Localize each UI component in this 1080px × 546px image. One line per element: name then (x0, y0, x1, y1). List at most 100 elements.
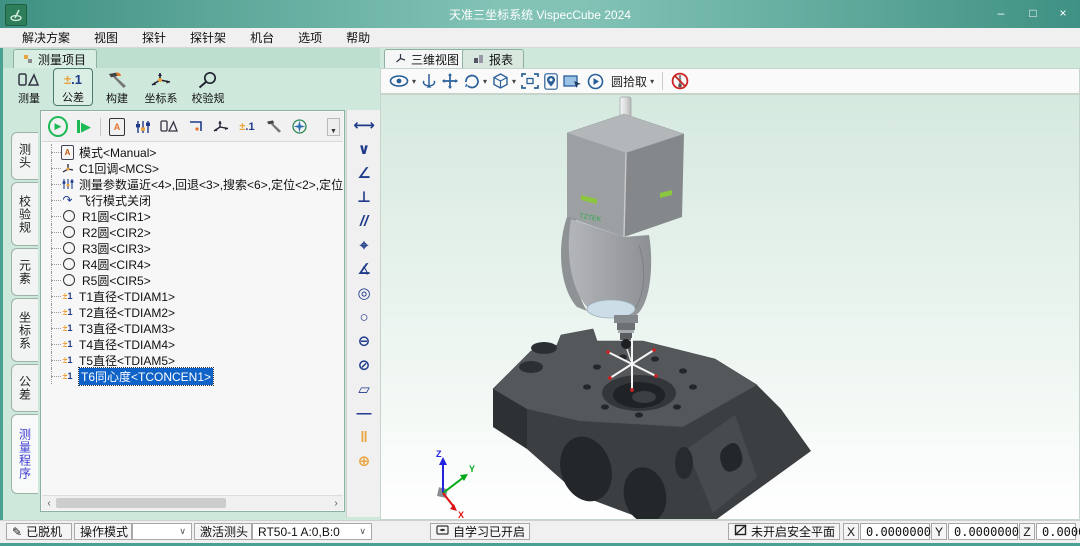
self-learning-icon (436, 525, 449, 539)
coordsys-build-button[interactable] (211, 117, 231, 137)
distance-tolerance-icon[interactable]: ⟷ (351, 114, 377, 136)
view-cube-button[interactable] (492, 71, 509, 91)
close-button[interactable]: × (1048, 0, 1078, 26)
concentricity-icon[interactable]: ◎ (351, 282, 377, 304)
tree-item-mode[interactable]: A 模式<Manual> (47, 144, 343, 160)
straightness-icon[interactable]: — (351, 402, 377, 424)
rotate-view-button[interactable] (463, 71, 480, 91)
tree-item-recall[interactable]: C1回调<MCS> (47, 160, 343, 176)
construct-add-button[interactable] (263, 117, 283, 137)
tree-item-circle[interactable]: R4圆<CIR4> (47, 256, 343, 272)
op-mode-label: 操作模式 (74, 523, 132, 540)
tab-program[interactable]: 测量程序 (11, 414, 38, 494)
dropdown-caret-icon[interactable]: ▾ (650, 77, 654, 86)
measure-project-tab[interactable]: 测量项目 (13, 49, 97, 69)
tree-item-tolerance[interactable]: ±1 T2直径<TDIAM2> (47, 304, 343, 320)
minimize-button[interactable]: – (986, 0, 1016, 26)
dropdown-caret-icon[interactable]: ▾ (512, 77, 516, 86)
op-mode-dropdown[interactable]: ∨ (132, 523, 192, 540)
tree-horizontal-scrollbar[interactable]: ‹ › (42, 495, 343, 510)
active-probe-dropdown[interactable]: RT50-1 A:0,B:0 ∨ (252, 523, 372, 540)
axis-x-label: X (458, 510, 464, 519)
tree-item-tolerance[interactable]: ±1 T4直径<TDIAM4> (47, 336, 343, 352)
angularity-icon[interactable]: ∡ (351, 258, 377, 280)
tab-tolerance[interactable]: 公差 (11, 364, 38, 412)
construct-ribbon-button[interactable]: 构建 (97, 68, 137, 106)
pan-button[interactable] (442, 71, 458, 91)
parameters-button[interactable] (133, 117, 153, 137)
step-run-button[interactable]: ▶ (74, 117, 94, 137)
tree-item-circle[interactable]: R5圆<CIR5> (47, 272, 343, 288)
symmetry-circle-icon[interactable]: ⊖ (351, 330, 377, 352)
menu-options[interactable]: 选项 (286, 28, 334, 48)
label-button[interactable]: A (107, 117, 127, 137)
position-icon[interactable]: ⌖ (351, 234, 377, 256)
tree-item-circle[interactable]: R1圆<CIR1> (47, 208, 343, 224)
tree-item-tolerance[interactable]: ±1 T1直径<TDIAM1> (47, 288, 343, 304)
hammer-icon (106, 71, 128, 89)
menu-probe-rack[interactable]: 探针架 (178, 28, 238, 48)
menu-solution[interactable]: 解决方案 (10, 28, 82, 48)
menu-view[interactable]: 视图 (82, 28, 130, 48)
tab-gauge[interactable]: 校验规 (11, 182, 38, 246)
dropdown-caret-icon[interactable]: ▾ (412, 77, 416, 86)
view-visibility-button[interactable] (389, 71, 409, 91)
tolerance-add-button[interactable]: ±.1 (237, 117, 257, 137)
gauge-ribbon-button[interactable]: 校验规 (185, 68, 231, 106)
self-learning-status[interactable]: 自学习已开启 (430, 523, 530, 540)
profile-tolerance-icon[interactable]: ∨ (351, 138, 377, 160)
tab-coordsys[interactable]: 坐标系 (11, 298, 38, 362)
coordsys-ribbon-button[interactable]: 坐标系 (141, 68, 181, 106)
tree-item-fly-mode[interactable]: ↷ 飞行模式关闭 (47, 192, 343, 208)
safety-plane-status[interactable]: 未开启安全平面 (728, 523, 840, 540)
tab-element[interactable]: 元素 (11, 248, 38, 296)
measure-icon (18, 71, 40, 89)
stop-prohibit-button[interactable] (671, 71, 689, 91)
orbit-rotate-button[interactable] (421, 71, 437, 91)
toolbar-overflow-button[interactable]: ▼ (327, 118, 340, 136)
circularity-icon[interactable]: ○ (351, 306, 377, 328)
dropdown-caret-icon[interactable]: ▾ (483, 77, 487, 86)
tree-item-params[interactable]: 测量参数逼近<4>,回退<3>,搜索<6>,定位<2>,定位加<2>,测 (47, 176, 343, 192)
viewport-3d[interactable]: TZTEK (380, 94, 1080, 520)
construct-label: 构建 (106, 90, 128, 106)
tree-item-tolerance[interactable]: ±1 T5直径<TDIAM5> (47, 352, 343, 368)
menu-probe[interactable]: 探针 (130, 28, 178, 48)
run-program-button[interactable]: ▶ (48, 117, 68, 137)
tab-report[interactable]: 报表 (462, 49, 524, 69)
coord-y-label: Y (931, 523, 947, 540)
parallelism-icon[interactable]: // (351, 210, 377, 232)
window-select-button[interactable] (563, 71, 582, 91)
tab-3d-view[interactable]: 三维视图 (384, 49, 470, 69)
tab-probe[interactable]: 测头 (11, 132, 38, 180)
circle-pick-label: 圆拾取 (611, 73, 647, 90)
status-bar: ✎ 已脱机 操作模式 ∨ 激活测头 RT50-1 A:0,B:0 ∨ 自学习已开… (0, 520, 1080, 543)
circle-pick-button[interactable] (587, 71, 604, 91)
measure-ribbon-button[interactable]: 测量 (9, 68, 49, 106)
scroll-right-arrow[interactable]: › (330, 497, 342, 509)
radius-icon[interactable]: ⊘ (351, 354, 377, 376)
angle-tolerance-icon[interactable]: ∠ (351, 162, 377, 184)
scroll-left-arrow[interactable]: ‹ (43, 497, 55, 509)
perpendicularity-icon[interactable]: ⊥ (351, 186, 377, 208)
tree-item-tolerance-selected[interactable]: ±1 T6同心度<TCONCEN1> (47, 368, 343, 384)
measure-element-button[interactable] (159, 117, 179, 137)
window-title: 天准三坐标系统 VispecCube 2024 (0, 6, 1080, 23)
locate-pin-button[interactable] (544, 71, 558, 91)
menu-machine[interactable]: 机台 (238, 28, 286, 48)
parallel-lines-icon[interactable]: ‖ (351, 426, 377, 448)
zoom-fit-button[interactable] (521, 71, 539, 91)
project-icon (24, 55, 33, 64)
coordinate-system-icon (149, 71, 173, 89)
tolerance-ribbon-button[interactable]: ±.1 公差 (53, 68, 93, 106)
tree-item-circle[interactable]: R2圆<CIR2> (47, 224, 343, 240)
true-position-icon[interactable]: ⊕ (351, 450, 377, 472)
tree-item-tolerance[interactable]: ±1 T3直径<TDIAM3> (47, 320, 343, 336)
maximize-button[interactable]: □ (1018, 0, 1048, 26)
corner-feature-button[interactable] (185, 117, 205, 137)
tree-item-circle[interactable]: R3圆<CIR3> (47, 240, 343, 256)
flatness-icon[interactable]: ▱ (351, 378, 377, 400)
scrollbar-thumb[interactable] (56, 498, 226, 508)
gauge-check-button[interactable] (289, 117, 309, 137)
menu-help[interactable]: 帮助 (334, 28, 382, 48)
